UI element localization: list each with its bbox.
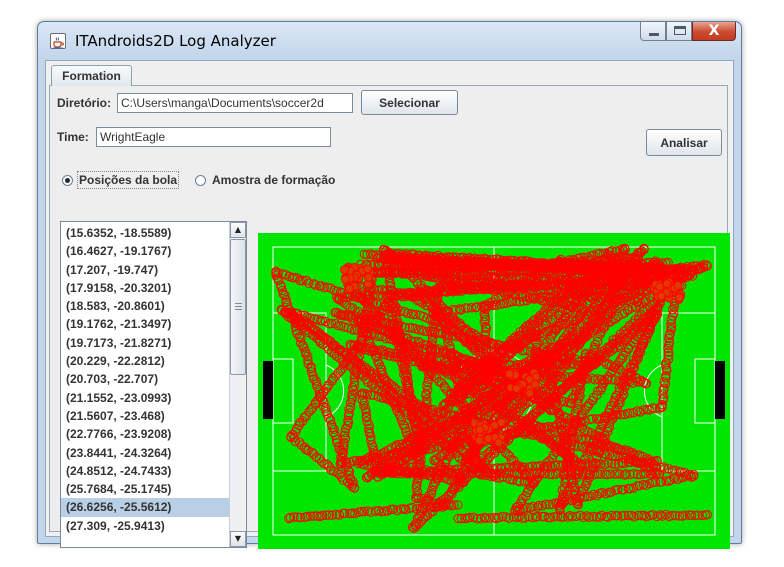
directory-label: Diretório: [57, 96, 111, 110]
maximize-icon [674, 26, 686, 35]
list-item[interactable]: (27.309, -25.9413) [61, 517, 229, 535]
title-bar[interactable]: ITAndroids2D Log Analyzer X [38, 22, 741, 60]
list-item[interactable]: (22.7766, -23.9208) [61, 425, 229, 443]
directory-field[interactable] [117, 93, 353, 113]
list-item[interactable]: (21.5607, -23.468) [61, 407, 229, 425]
select-directory-button[interactable]: Selecionar [361, 90, 458, 115]
list-item[interactable]: (24.8512, -24.7433) [61, 462, 229, 480]
list-items: (15.6352, -18.5589) (16.4627, -19.1767) (1… [61, 224, 229, 535]
list-item[interactable]: (25.7684, -25.1745) [61, 480, 229, 498]
java-cup-icon [50, 33, 66, 49]
list-item[interactable]: (18.583, -20.8601) [61, 297, 229, 315]
close-button[interactable]: X [692, 22, 736, 41]
grip-line [235, 309, 242, 310]
pitch-canvas[interactable] [258, 233, 730, 549]
list-item[interactable]: (15.6352, -18.5589) [61, 224, 229, 242]
grip-line [235, 306, 242, 307]
list-item[interactable]: (23.8441, -24.3264) [61, 444, 229, 462]
list-item[interactable]: (17.207, -19.747) [61, 261, 229, 279]
list-item[interactable]: (20.703, -22.707) [61, 370, 229, 388]
window-title: ITAndroids2D Log Analyzer [75, 32, 276, 50]
minimize-icon [649, 33, 659, 36]
list-item[interactable]: (20.229, -22.2812) [61, 352, 229, 370]
scroll-up-arrow-icon[interactable]: ▲ [230, 222, 246, 238]
radio-ball-positions-label: Posições da bola [76, 171, 180, 189]
close-icon: X [708, 23, 720, 39]
soccer-pitch [258, 233, 730, 549]
radio-unselected-icon [195, 174, 206, 186]
tab-formation[interactable]: Formation [51, 65, 132, 86]
team-label: Time: [57, 130, 89, 144]
left-goal [263, 361, 273, 419]
list-item[interactable]: (16.4627, -19.1767) [61, 242, 229, 260]
list-item[interactable]: (26.6256, -25.5612) [61, 498, 229, 517]
team-field[interactable] [96, 127, 331, 147]
scroll-thumb[interactable] [230, 239, 246, 375]
right-goal [715, 361, 725, 419]
radio-ball-positions[interactable]: Posições da bola [62, 171, 180, 189]
grip-line [235, 303, 242, 304]
radio-formation-sample[interactable]: Amostra de formação [195, 173, 335, 187]
minimize-button[interactable] [640, 22, 666, 41]
analyze-button[interactable]: Analisar [646, 129, 722, 156]
window-client-area: Formation Diretório: Selecionar Time: An… [45, 60, 734, 549]
list-item[interactable]: (17.9158, -20.3201) [61, 279, 229, 297]
formation-panel: Diretório: Selecionar Time: Analisar Pos… [49, 85, 730, 549]
maximize-button[interactable] [666, 22, 692, 41]
window-controls: X [640, 22, 736, 43]
app-window: ITAndroids2D Log Analyzer X Formation Di… [37, 21, 742, 549]
radio-formation-sample-label: Amostra de formação [212, 173, 336, 187]
list-item[interactable]: (19.1762, -21.3497) [61, 315, 229, 333]
ball-positions-list[interactable]: (15.6352, -18.5589) (16.4627, -19.1767) (1… [60, 221, 247, 548]
list-item[interactable]: (21.1552, -23.0993) [61, 389, 229, 407]
list-item[interactable]: (19.7173, -21.8271) [61, 334, 229, 352]
list-scrollbar[interactable]: ▲ ▼ [229, 222, 246, 547]
scroll-down-arrow-icon[interactable]: ▼ [230, 531, 246, 547]
radio-selected-icon [62, 174, 73, 186]
